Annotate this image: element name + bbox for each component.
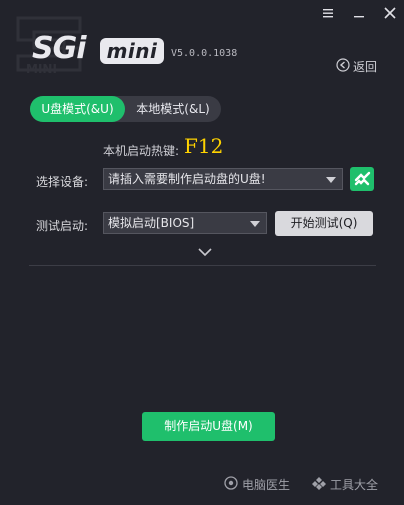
- expand-chevron-icon[interactable]: [196, 243, 214, 257]
- chevron-down-icon: [250, 221, 260, 227]
- device-select-value: 请插入需要制作启动盘的U盘!: [108, 172, 266, 186]
- doctor-icon: [224, 476, 238, 493]
- refresh-icon: [354, 171, 371, 186]
- test-mode-value: 模拟启动[BIOS]: [108, 216, 195, 230]
- pc-doctor-link[interactable]: 电脑医生: [224, 476, 290, 493]
- test-label: 测试启动:: [36, 219, 89, 233]
- toolbox-label: 工具大全: [330, 478, 379, 492]
- menu-icon[interactable]: [319, 4, 337, 22]
- close-icon[interactable]: [381, 4, 399, 22]
- logo-badge: mini: [100, 38, 164, 64]
- minimize-icon[interactable]: [350, 4, 368, 22]
- version-label: V5.0.0.1038: [171, 48, 238, 59]
- toolbox-link[interactable]: 工具大全: [312, 476, 378, 493]
- make-boot-usb-button[interactable]: 制作启动U盘(M): [142, 412, 275, 441]
- back-button[interactable]: 返回: [336, 57, 378, 75]
- test-mode-select[interactable]: 模拟启动[BIOS]: [103, 212, 267, 234]
- hotkey-value: F12: [184, 134, 224, 158]
- back-label: 返回: [353, 59, 378, 74]
- device-label: 选择设备:: [36, 175, 89, 189]
- mode-tabs: U盘模式(&U) 本地模式(&L): [30, 96, 221, 122]
- pc-doctor-label: 电脑医生: [242, 478, 291, 492]
- tab-local-mode[interactable]: 本地模式(&L): [125, 96, 221, 122]
- refresh-devices-button[interactable]: [350, 167, 374, 191]
- divider: [29, 265, 376, 266]
- logo-text: SGi: [32, 31, 87, 66]
- device-select[interactable]: 请插入需要制作启动盘的U盘!: [103, 168, 343, 190]
- chevron-down-icon: [326, 177, 336, 183]
- hotkey-label: 本机启动热键:: [103, 144, 180, 158]
- toolbox-icon: [312, 476, 326, 493]
- back-arrow-icon: [336, 57, 350, 75]
- start-test-button[interactable]: 开始测试(Q): [275, 211, 373, 236]
- tab-usb-mode[interactable]: U盘模式(&U): [30, 96, 125, 122]
